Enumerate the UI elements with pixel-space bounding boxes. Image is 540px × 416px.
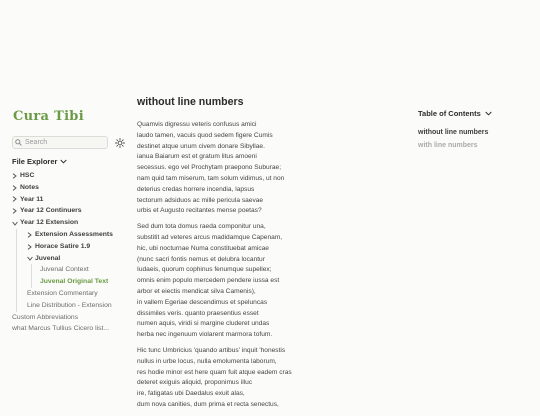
folder-notes[interactable]: Notes (12, 182, 130, 194)
search-icon (15, 139, 22, 146)
poem-line: dissimiles veris. quanto praesentius ess… (137, 309, 259, 317)
toc-link-without-line-numbers[interactable]: without line numbers (418, 126, 528, 139)
article-heading: without line numbers (137, 96, 244, 108)
folder-year-11[interactable]: Year 11 (12, 194, 130, 206)
poem-line: ianua Baiarum est et gratum litus amoeni (137, 153, 257, 161)
file-label: Extension Commentary (27, 289, 98, 297)
search-placeholder: Search (25, 139, 48, 146)
file-line-distribution[interactable]: Line Distribution - Extension (27, 300, 130, 312)
file-label: what Marcus Tullius Cicero list... (12, 325, 110, 333)
poem-line: laudo tamen, vacuis quod sedem figere Cu… (137, 131, 273, 139)
poem-text: Quamvis digressu veteris confusus amici l… (137, 120, 337, 411)
folder-horace-satire[interactable]: Horace Satire 1.9 (27, 241, 130, 253)
file-tree: HSC Notes Year 11 Year 12 Continuers Yea… (12, 170, 130, 335)
toc-title: Table of Contents (418, 108, 481, 118)
poem-line: nullus in urbe locus, nulla emolumenta l… (137, 357, 277, 365)
chevron-down-icon (60, 159, 68, 164)
theme-toggle-button[interactable] (114, 137, 125, 148)
file-extension-commentary[interactable]: Extension Commentary (27, 288, 130, 300)
folder-label: Horace Satire 1.9 (35, 242, 91, 250)
table-of-contents: Table of Contents without line numbers w… (418, 108, 528, 152)
poem-line: dum nova canities, dum prima et recta se… (137, 400, 279, 408)
poem-stanza: Sed dum tota domus raeda componitur una,… (137, 222, 337, 341)
poem-line: secessus. ego vel Prochytam praepono Sub… (137, 164, 282, 172)
poem-line: ire, fatigatas ubi Daedalus exuit alas, (137, 390, 245, 398)
folder-label: Year 11 (20, 195, 44, 203)
chevron-down-icon (27, 256, 35, 261)
chevron-right-icon (12, 173, 20, 179)
file-label: Juvenal Context (40, 266, 89, 274)
chevron-right-icon (27, 232, 35, 238)
poem-line: in vallem Egeriae descendimus et spelunc… (137, 298, 268, 306)
toc-toggle[interactable]: Table of Contents (418, 108, 528, 118)
poem-line: Hic tunc Umbricius 'quando artibus' inqu… (137, 346, 286, 354)
file-label: Juvenal Original Text (40, 278, 109, 286)
folder-label: Year 12 Continuers (20, 207, 82, 215)
chevron-right-icon (27, 243, 35, 250)
folder-year-12-continuers[interactable]: Year 12 Continuers (12, 205, 130, 217)
poem-stanza: Quamvis digressu veteris confusus amici l… (137, 120, 337, 217)
year-12-extension-children: Extension Assessments Horace Satire 1.9 … (16, 228, 130, 312)
chevron-right-icon (12, 208, 20, 215)
poem-line: Quamvis digressu veteris confusus amici (137, 121, 257, 128)
poem-line: (nunc sacri fontis nemus et delubra loca… (137, 255, 265, 263)
juvenal-children: Juvenal Context Juvenal Original Text (31, 264, 130, 288)
poem-stanza: Hic tunc Umbricius 'quando artibus' inqu… (137, 346, 337, 411)
file-explorer-title: File Explorer (12, 157, 58, 166)
file-cicero-list[interactable]: what Marcus Tullius Cicero list... (12, 323, 130, 335)
poem-line: numen aquis, viridi si margine cluderet … (137, 320, 270, 328)
chevron-right-icon (12, 184, 20, 191)
site-title[interactable]: Cura Tibi (13, 108, 130, 126)
poem-line: Sed dum tota domus raeda componitur una, (137, 223, 266, 231)
poem-line: herba nec ingenuum violarent marmora tof… (137, 331, 273, 339)
folder-label: Extension Assessments (35, 230, 113, 238)
poem-line: deterius credas horrere incendia, lapsus (137, 185, 255, 193)
poem-line: nam quid tam miserum, tam solum vidimus,… (137, 174, 285, 182)
poem-line: hic, ubi nocturnae Numa constituebat ami… (137, 244, 269, 252)
search-row: Search (12, 136, 130, 149)
file-explorer-toggle[interactable]: File Explorer (12, 157, 130, 166)
folder-extension-assessments[interactable]: Extension Assessments (27, 229, 130, 241)
sun-icon (114, 137, 125, 148)
poem-line: substitit ad veteres arcus madidamque Ca… (137, 233, 283, 241)
file-custom-abbreviations[interactable]: Custom Abbreviations (12, 312, 130, 324)
file-label: Line Distribution - Extension (27, 301, 112, 309)
folder-label: HSC (20, 172, 35, 179)
folder-juvenal[interactable]: Juvenal (27, 253, 130, 265)
search-input[interactable]: Search (12, 136, 108, 149)
poem-line: omnis enim populo mercedem pendere iussa… (137, 277, 280, 285)
poem-line: destinet atque unum civem donare Sibylla… (137, 142, 265, 150)
poem-line: arbor et eiectis mendicat silva Camenis)… (137, 287, 256, 295)
poem-line: tectorum adsiduos ac mille pericula saev… (137, 196, 264, 204)
file-juvenal-original-text[interactable]: Juvenal Original Text (40, 276, 130, 288)
chevron-right-icon (12, 196, 20, 203)
poem-line: res hodie minor est here quam fuit atque… (137, 368, 292, 376)
sidebar: Cura Tibi Search File Explorer HSC Notes… (12, 108, 130, 335)
chevron-down-icon (12, 221, 20, 226)
poem-line: deteret exiguis aliquid, proponimus illu… (137, 379, 253, 387)
folder-label: Year 12 Extension (20, 219, 79, 227)
folder-year-12-extension[interactable]: Year 12 Extension (12, 217, 130, 229)
chevron-down-icon (485, 111, 492, 116)
file-juvenal-context[interactable]: Juvenal Context (40, 264, 130, 276)
poem-line: urbis et Augusto recitantes mense poetas… (137, 207, 262, 215)
folder-label: Notes (20, 183, 39, 191)
folder-label: Juvenal (35, 254, 61, 262)
file-label: Custom Abbreviations (12, 313, 79, 321)
toc-link-with-line-numbers[interactable]: with line numbers (418, 139, 528, 152)
folder-hsc[interactable]: HSC (12, 170, 130, 182)
article: without line numbers Quamvis digressu ve… (137, 95, 337, 416)
poem-line: Iudaeis, quorum cophinus fenumque supell… (137, 266, 272, 274)
